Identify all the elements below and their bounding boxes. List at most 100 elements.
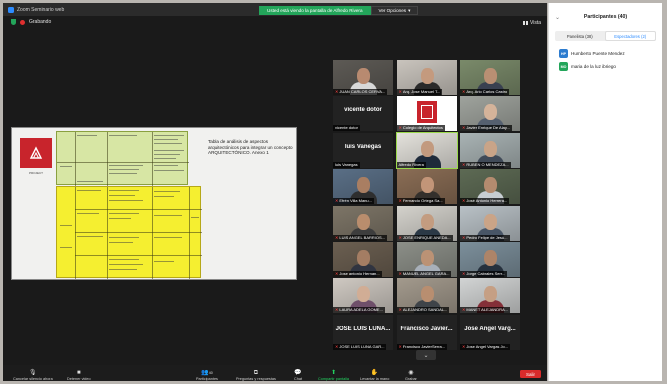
participant-name: Alfredo Rivera: [398, 161, 424, 167]
video-tile[interactable]: JOSE LUIS LUNA... ✕ JOSE LUIS LUNA GAR...: [333, 314, 393, 350]
qa-button[interactable]: ⧉ Preguntas y respuestas: [236, 370, 276, 381]
tile-name-label: ✕ LUIS ANGEL BARRIOS...: [333, 234, 388, 241]
video-tile[interactable]: ✕ MANET ALEJANDRA...: [460, 278, 520, 314]
participant-display-name: luis Vanegas: [344, 143, 382, 150]
video-tile[interactable]: vicente dotor vicente dotor: [333, 96, 393, 132]
recording-indicator: Grabando: [11, 19, 51, 25]
muted-microphone-icon: ✕: [462, 307, 466, 313]
video-tile[interactable]: ✕ Jorge Cabrales Serr...: [460, 242, 520, 277]
leave-button[interactable]: Salir: [519, 370, 541, 378]
raise-hand-button[interactable]: ✋ Levantar la mano: [360, 370, 389, 381]
attendee-row[interactable]: HP Humberto Puente Mendez: [549, 45, 662, 58]
panel-tabs: Panelista (38) Espectadores (2): [555, 31, 656, 41]
video-tile[interactable]: luis Vanegas luis Vanegas: [333, 132, 393, 168]
video-tile[interactable]: ✕ Javier Enrique De Alay...: [460, 96, 520, 132]
project-logo: [20, 138, 52, 168]
video-tile[interactable]: ✕ Jose antonio Hernan...: [333, 242, 393, 277]
attendee-name: Humberto Puente Mendez: [571, 51, 625, 56]
video-tile[interactable]: ✕ Efrén Villa Manu...: [333, 169, 393, 205]
video-tile[interactable]: ✕ MANUEL ANGEL GARA...: [396, 242, 457, 277]
participant-name: luis Vanegas: [335, 161, 358, 167]
analysis-table-green: [56, 131, 189, 186]
view-options-button[interactable]: Ver Opciones ▾: [370, 6, 419, 15]
tile-name-label: ✕ Fernando Ortega Sa...: [396, 198, 445, 205]
video-tile[interactable]: Alfredo Rivera: [395, 131, 458, 169]
participant-name: Jorge Cabrales Serr...: [466, 271, 506, 276]
video-tile[interactable]: Francisco Javier... ✕ Francisco JavierSerr…: [396, 314, 457, 350]
video-tile[interactable]: ✕ JUAN CARLOS CERVA...: [333, 60, 393, 95]
participant-name: LAURA ADELA GOME...: [339, 307, 383, 313]
participants-panel: ⌄ Participantes (40) Panelista (38) Espe…: [548, 3, 662, 381]
tile-name-label: ✕ Pedro Felipe de Jesú...: [460, 234, 510, 241]
tile-name-label: ✕ MANUEL ANGEL GARA...: [396, 271, 452, 277]
video-tile[interactable]: ✕ ALEJANDRO SANDAL...: [396, 278, 457, 314]
hand-icon: ✋: [370, 370, 379, 376]
participant-face: [420, 140, 434, 157]
participant-name: JUAN CARLOS CERVA...: [339, 89, 386, 94]
video-tile[interactable]: Jose Angel Varg... ✕ Jose Angel Vargas Jo.…: [460, 314, 520, 350]
stop-video-label: Detener video: [67, 377, 91, 381]
participant-name: JOSE ENRIQUE ANEDA...: [402, 234, 451, 240]
microphone-icon: 🎙: [29, 370, 37, 376]
attendee-row[interactable]: MO maria de la luz ibriego: [549, 58, 662, 71]
video-tile[interactable]: ✕ Arq. Ario Carlos Castro: [460, 60, 520, 95]
stop-video-button[interactable]: ■ Detener video: [67, 370, 91, 381]
chat-label: Chat: [294, 377, 303, 381]
muted-microphone-icon: ✕: [462, 198, 466, 204]
participant-face: [484, 177, 497, 194]
record-button[interactable]: ◉ Grabar: [405, 370, 417, 381]
collapse-icon[interactable]: ⌄: [555, 14, 560, 21]
tile-name-label: ✕ Jose Angel Vargas Jo...: [460, 343, 511, 350]
participant-name: MANET ALEJANDRA...: [466, 307, 509, 313]
chevron-down-icon: ▾: [408, 7, 411, 13]
tile-name-label: ✕ RUBEN O MENDEZA...: [460, 161, 511, 168]
participant-face: [420, 286, 434, 303]
participants-button[interactable]: 👥40 Participantes: [196, 370, 218, 381]
muted-microphone-icon: ✕: [462, 234, 466, 240]
tile-name-label: ✕ JOSE ENRIQUE ANEDA...: [396, 234, 453, 241]
colegio-logo: [416, 101, 437, 124]
participant-name: MANUEL ANGEL GARA...: [402, 271, 450, 276]
tile-name-label: ✕ ALEJANDRO SANDAL...: [396, 307, 450, 314]
participant-name: RUBEN O MENDEZA...: [466, 161, 509, 167]
video-tile[interactable]: ✕ José Antonio Herrera...: [460, 169, 520, 205]
logo-mark-icon: [29, 146, 43, 159]
share-screen-button[interactable]: ⬆ Compartir pantalla: [318, 370, 349, 381]
chat-button[interactable]: 💬 Chat: [294, 370, 302, 381]
video-tile[interactable]: ✕ LAURA ADELA GOME...: [333, 278, 393, 314]
video-tile[interactable]: ✕ LUIS ANGEL BARRIOS...: [333, 205, 393, 241]
video-tile[interactable]: ✕ JOSE ENRIQUE ANEDA...: [396, 205, 457, 241]
participant-face: [357, 286, 370, 303]
tile-name-label: vicente dotor: [333, 125, 360, 132]
tile-name-label: Alfredo Rivera: [396, 161, 426, 168]
tile-name-label: ✕ LAURA ADELA GOME...: [333, 307, 385, 314]
video-tile[interactable]: ✕ Fernando Ortega Sa...: [396, 169, 457, 205]
next-page-button[interactable]: ⌄: [416, 350, 436, 360]
unmute-button[interactable]: 🎙 Cancelar silencio ahora: [13, 370, 53, 381]
video-tile[interactable]: ✕ Colegio de Arquitectos: [396, 96, 457, 132]
video-tile[interactable]: ✕ RUBEN O MENDEZA...: [460, 132, 520, 168]
shield-icon[interactable]: [11, 19, 16, 25]
meeting-toolbar: 🎙 Cancelar silencio ahora ■ Detener vide…: [3, 365, 547, 381]
video-tile[interactable]: ✕ Arq. Jose Manuel T...: [396, 60, 457, 95]
muted-microphone-icon: ✕: [398, 271, 402, 276]
tile-name-label: ✕ Jorge Cabrales Serr...: [460, 271, 508, 277]
muted-microphone-icon: ✕: [335, 234, 339, 240]
raise-hand-label: Levantar la mano: [360, 377, 390, 381]
video-tile[interactable]: ✕ Pedro Felipe de Jesú...: [460, 205, 520, 241]
participant-name: vicente dotor: [335, 125, 358, 131]
muted-microphone-icon: ✕: [462, 343, 466, 349]
panel-title: Participantes (40): [583, 14, 628, 20]
tile-name-label: luis Vanegas: [333, 161, 360, 168]
tile-name-label: ✕ Francisco JavierSerra...: [396, 343, 448, 350]
muted-microphone-icon: ✕: [462, 125, 466, 131]
video-camera-icon: ■: [77, 370, 81, 376]
participant-face: [357, 68, 370, 84]
tile-name-label: ✕ Colegio de Arquitectos: [396, 125, 445, 132]
tab-panelists[interactable]: Panelista (38): [555, 31, 605, 41]
participant-face: [484, 286, 497, 303]
view-button[interactable]: Vista: [523, 20, 541, 26]
participant-name: Jose antonio Hernan...: [339, 271, 380, 276]
tab-attendees[interactable]: Espectadores (2): [604, 31, 656, 41]
participant-face: [484, 250, 497, 266]
